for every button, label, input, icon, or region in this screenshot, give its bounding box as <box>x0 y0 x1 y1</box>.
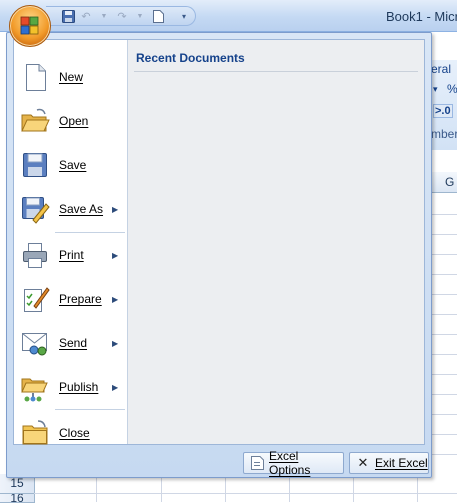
send-icon <box>20 328 50 358</box>
menu-item-label: Save <box>59 158 87 172</box>
options-icon <box>250 456 264 470</box>
window-title: Book1 - Micr <box>386 9 457 24</box>
publish-icon <box>20 372 50 402</box>
worksheet-rows: 15 16 <box>0 474 457 503</box>
menu-item-label: Prepare <box>59 292 102 306</box>
prepare-icon <box>20 284 50 314</box>
office-menu-body: New Open Save Save As ▶ Print ▶ Prepare … <box>13 39 425 445</box>
decrease-decimal-button[interactable]: >.0 <box>433 104 453 118</box>
save-as-icon <box>20 194 50 224</box>
submenu-arrow-icon: ▶ <box>112 250 119 260</box>
undo-dropdown-icon[interactable]: ▼ <box>96 8 112 24</box>
menu-item-label: Open <box>59 114 89 128</box>
submenu-arrow-icon: ▶ <box>112 382 119 392</box>
new-doc-icon <box>20 62 50 92</box>
menu-item-label: Close <box>59 426 90 440</box>
quick-access-toolbar: ↶ ▼ ↷ ▼ ▾ <box>46 6 196 26</box>
close-folder-icon <box>20 418 50 448</box>
save-icon <box>20 150 50 180</box>
menu-item-label: Publish <box>59 380 99 394</box>
redo-icon[interactable]: ↷ <box>114 8 130 24</box>
menu-item-save[interactable]: Save <box>14 143 127 187</box>
excel-options-button[interactable]: Excel Options <box>243 449 344 477</box>
number-group-label: mber <box>431 127 457 141</box>
menu-item-label: Send <box>59 336 88 350</box>
recent-documents-title: Recent Documents <box>136 51 245 65</box>
exit-excel-label: Exit Excel <box>375 456 428 470</box>
menu-item-open[interactable]: Open <box>14 99 127 143</box>
menu-item-save-as[interactable]: Save As ▶ <box>14 187 127 231</box>
printer-icon <box>20 240 50 270</box>
dropdown-arrow-icon[interactable]: ▾ <box>433 84 438 95</box>
recent-documents-divider <box>134 71 418 72</box>
exit-excel-button[interactable]: ✕ Exit Excel <box>349 452 429 474</box>
menu-item-new[interactable]: New <box>14 55 127 99</box>
recent-documents-panel: Recent Documents <box>128 40 424 444</box>
number-format-label[interactable]: eral <box>431 62 451 76</box>
submenu-arrow-icon: ▶ <box>112 294 119 304</box>
office-menu-commands: New Open Save Save As ▶ Print ▶ Prepare … <box>14 40 128 445</box>
title-bar: ↶ ▼ ↷ ▼ ▾ Book1 - Micr <box>0 0 457 32</box>
submenu-arrow-icon: ▶ <box>112 204 119 214</box>
menu-item-prepare[interactable]: Prepare ▶ <box>14 277 127 321</box>
save-icon[interactable] <box>60 8 76 24</box>
menu-item-send[interactable]: Send ▶ <box>14 321 127 365</box>
menu-item-label: Print <box>59 248 84 262</box>
new-doc-icon[interactable] <box>150 8 166 24</box>
office-logo-icon <box>20 16 39 35</box>
office-button[interactable] <box>9 5 51 47</box>
office-menu: New Open Save Save As ▶ Print ▶ Prepare … <box>6 32 432 478</box>
menu-item-publish[interactable]: Publish ▶ <box>14 365 127 409</box>
close-icon: ✕ <box>357 455 369 470</box>
menu-item-print[interactable]: Print ▶ <box>14 233 127 277</box>
open-folder-icon <box>20 106 50 136</box>
undo-icon[interactable]: ↶ <box>78 8 94 24</box>
column-header-g[interactable]: G <box>430 172 457 193</box>
menu-item-label: Save As <box>59 202 104 216</box>
column-header-label: G <box>445 175 455 189</box>
redo-dropdown-icon[interactable]: ▼ <box>132 8 148 24</box>
percent-style-button[interactable]: % <box>447 82 457 96</box>
office-menu-footer: Excel Options ✕ Exit Excel <box>7 449 431 477</box>
menu-item-label: New <box>59 70 84 84</box>
ribbon-number-group: eral ▾ % >.0 mber <box>430 60 457 150</box>
customize-qat-icon[interactable]: ▾ <box>176 8 192 24</box>
excel-options-label: Excel Options <box>269 449 311 477</box>
submenu-arrow-icon: ▶ <box>112 338 119 348</box>
